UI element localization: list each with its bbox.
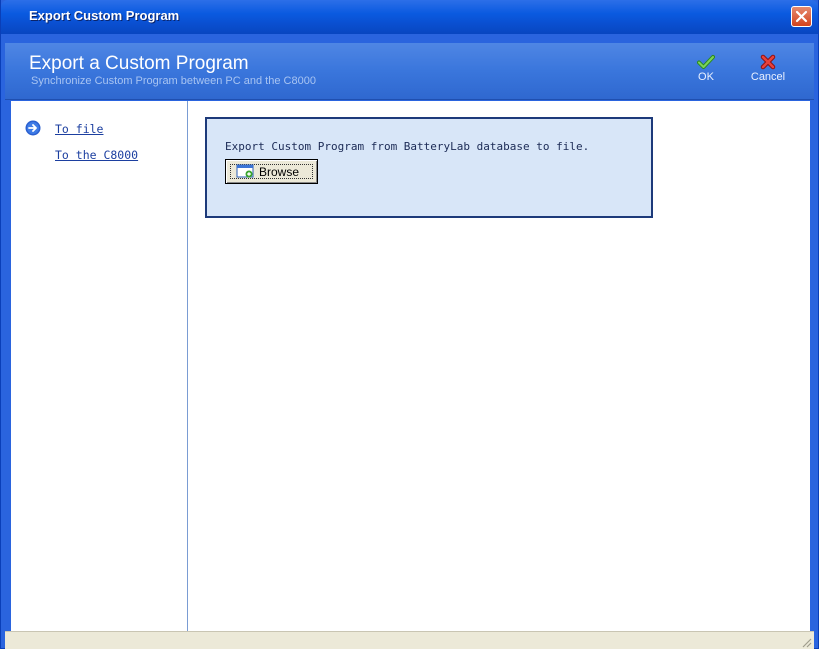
- arrow-right-circle-icon: [25, 120, 41, 136]
- status-bar: [5, 631, 814, 649]
- dialog-content: To file To the C8000 Export Custom Progr…: [11, 101, 810, 631]
- cancel-label: Cancel: [750, 71, 786, 83]
- browse-label: Browse: [259, 165, 300, 179]
- export-custom-program-window: Export Custom Program Export a Custom Pr…: [0, 0, 819, 649]
- browse-button[interactable]: Browse: [225, 159, 318, 184]
- dialog-header: Export a Custom Program Synchronize Cust…: [5, 43, 814, 100]
- title-bar[interactable]: Export Custom Program: [1, 0, 818, 34]
- dialog-title: Export a Custom Program: [29, 53, 249, 74]
- cancel-button[interactable]: Cancel: [745, 51, 791, 93]
- resize-grip-icon[interactable]: [800, 636, 812, 648]
- ok-label: OK: [698, 71, 714, 83]
- dialog-subtitle: Synchronize Custom Program between PC an…: [31, 75, 316, 87]
- checkmark-icon: [697, 55, 715, 69]
- export-message: Export Custom Program from BatteryLab da…: [225, 140, 590, 153]
- sidebar-item-to-c8000[interactable]: To the C8000: [55, 148, 138, 162]
- close-button[interactable]: [791, 6, 812, 27]
- close-icon: [795, 10, 808, 23]
- sidebar: To file To the C8000: [11, 101, 188, 631]
- window-title: Export Custom Program: [29, 8, 180, 23]
- ok-button[interactable]: OK: [683, 51, 729, 93]
- export-panel: Export Custom Program from BatteryLab da…: [205, 117, 653, 218]
- add-file-icon: [236, 164, 254, 178]
- sidebar-item-to-file[interactable]: To file: [55, 122, 103, 136]
- cancel-x-icon: [760, 54, 776, 70]
- main-pane: Export Custom Program from BatteryLab da…: [188, 101, 810, 631]
